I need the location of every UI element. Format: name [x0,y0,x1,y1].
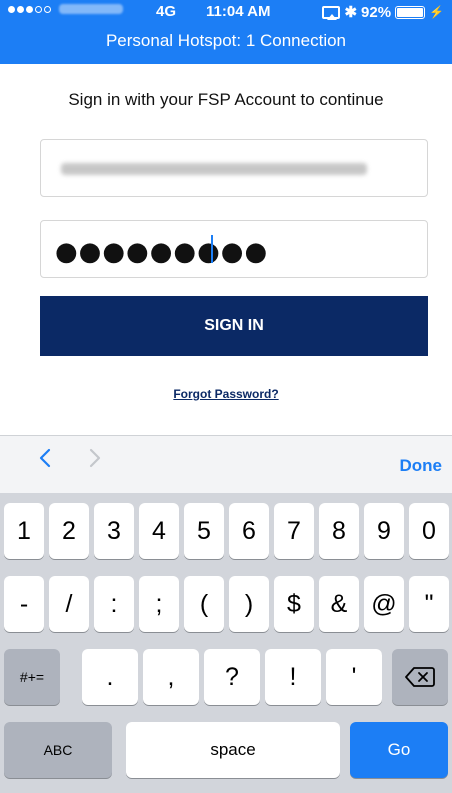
text-cursor [211,235,213,263]
key-colon[interactable]: : [94,576,134,632]
carrier-name [59,4,123,14]
backspace-key[interactable] [392,649,448,705]
password-field[interactable]: ●●●●●●●●● [40,220,428,278]
key-7[interactable]: 7 [274,503,314,559]
key-0[interactable]: 0 [409,503,449,559]
key-semicolon[interactable]: ; [139,576,179,632]
clock: 11:04 AM [206,3,271,20]
battery-icon [395,5,426,19]
email-value-redacted [61,163,367,175]
key-abc[interactable]: ABC [4,722,112,778]
key-more-symbols[interactable]: #+= [4,649,60,705]
key-at[interactable]: @ [364,576,404,632]
key-3[interactable]: 3 [94,503,134,559]
space-key[interactable]: space [126,722,340,778]
key-6[interactable]: 6 [229,503,269,559]
key-8[interactable]: 8 [319,503,359,559]
key-5[interactable]: 5 [184,503,224,559]
password-value: ●●●●●●●●● [55,237,269,267]
status-bar: 4G 11:04 AM ✱ 92% ⚡ [0,0,452,24]
keyboard-accessory-bar: Done [0,435,452,493]
key-9[interactable]: 9 [364,503,404,559]
email-field[interactable] [40,139,428,197]
keyboard: 1 2 3 4 5 6 7 8 9 0 - / : ; ( ) $ & @ " … [0,493,452,793]
key-exclamation[interactable]: ! [265,649,321,705]
key-2[interactable]: 2 [49,503,89,559]
network-type: 4G [156,3,177,20]
screen-mirroring-icon [322,5,341,20]
key-period[interactable]: . [82,649,138,705]
previous-field-icon[interactable] [36,448,56,468]
bluetooth-icon: ✱ [344,4,358,21]
key-dollar[interactable]: $ [274,576,314,632]
signal-strength-icon [8,4,123,14]
backspace-icon [405,667,435,687]
charging-icon: ⚡ [429,5,444,19]
key-ampersand[interactable]: & [319,576,359,632]
key-close-paren[interactable]: ) [229,576,269,632]
go-key[interactable]: Go [350,722,448,778]
key-apostrophe[interactable]: ' [326,649,382,705]
done-button[interactable]: Done [400,456,443,476]
forgot-password-link[interactable]: Forgot Password? [0,387,452,401]
next-field-icon[interactable] [84,448,104,468]
sign-in-button[interactable]: SIGN IN [40,296,428,356]
key-slash[interactable]: / [49,576,89,632]
key-open-paren[interactable]: ( [184,576,224,632]
signin-heading: Sign in with your FSP Account to continu… [68,90,384,109]
key-4[interactable]: 4 [139,503,179,559]
key-quote[interactable]: " [409,576,449,632]
key-comma[interactable]: , [143,649,199,705]
key-hyphen[interactable]: - [4,576,44,632]
key-1[interactable]: 1 [4,503,44,559]
hotspot-banner[interactable]: Personal Hotspot: 1 Connection [0,24,452,64]
key-question[interactable]: ? [204,649,260,705]
battery-percent: 92% [361,3,392,21]
